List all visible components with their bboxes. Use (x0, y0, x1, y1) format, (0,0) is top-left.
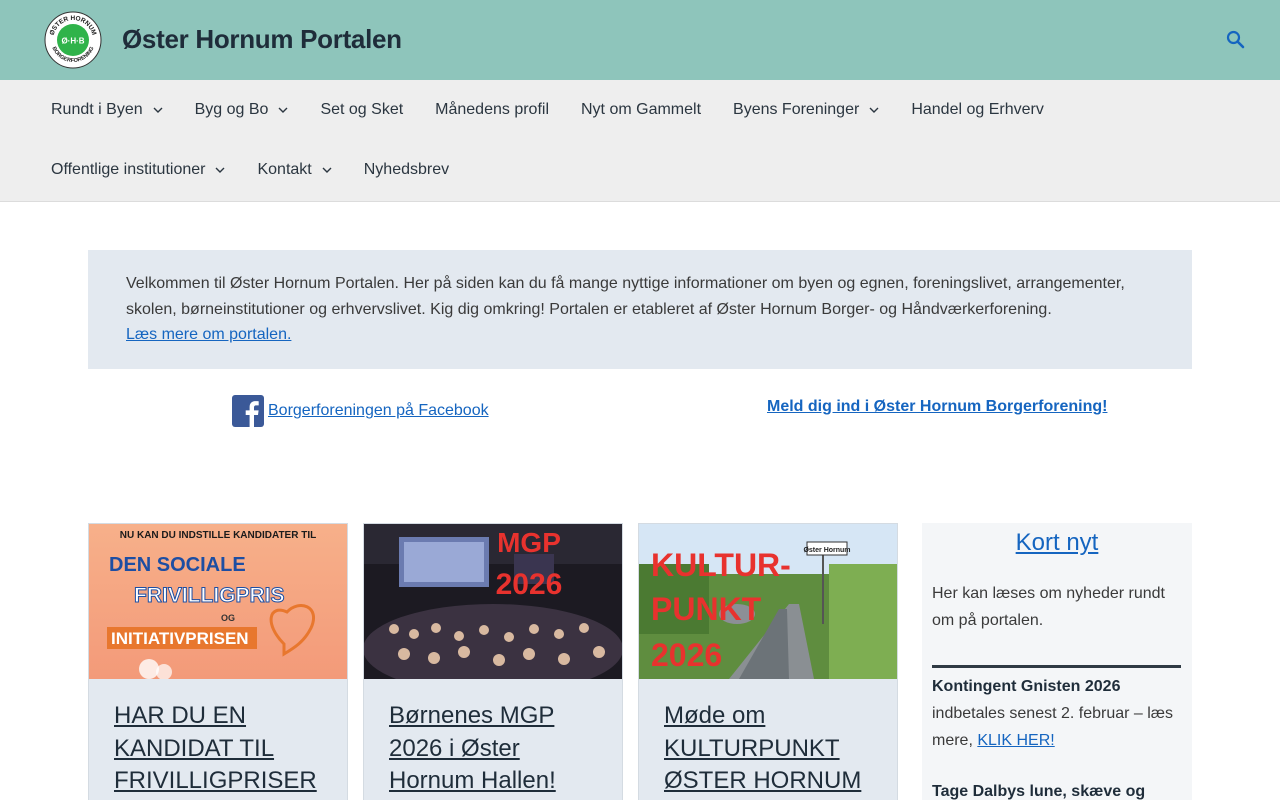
card-image: MGP 2026 (364, 524, 622, 679)
card-image-caption: OG (221, 613, 235, 623)
card-image-caption: Øster Hornum (803, 547, 850, 554)
nav-item-label: Kontakt (257, 161, 312, 178)
nav-row-2: Offentlige institutioner Kontakt Nyhedsb… (35, 140, 465, 200)
site-title[interactable]: Øster Hornum Portalen (122, 24, 402, 55)
card-image-caption: DEN SOCIALE (109, 554, 246, 576)
nav-item-kontakt[interactable]: Kontakt (241, 140, 347, 200)
nav-item-label: Byg og Bo (194, 101, 269, 118)
short-news-sidebar: Kort nyt Her kan læses om nyheder rundt … (922, 523, 1192, 800)
card-image-caption: INITIATIVPRISEN (111, 629, 249, 648)
card-image-caption: 2026 (651, 637, 722, 673)
card-image-caption: NU KAN DU INDSTILLE KANDIDATER TIL (120, 530, 316, 541)
nav-item-maanedens-profil[interactable]: Månedens profil (419, 80, 565, 140)
news-item-title: Tage Dalbys lune, skæve og (932, 783, 1146, 800)
card-image: NU KAN DU INDSTILLE KANDIDATER TIL DEN S… (89, 524, 347, 679)
nav-item-label: Set og Sket (320, 101, 404, 118)
nav-item-label: Byens Foreninger (733, 101, 860, 118)
nav-item-label: Handel og Erhverv (911, 101, 1044, 118)
nav-item-label: Rundt i Byen (51, 101, 143, 118)
news-card[interactable]: MGP 2026 Børnenes MGP 2026 i Øster Hornu… (363, 523, 623, 800)
main-navigation: Rundt i Byen Byg og Bo Set og Sket Måned… (0, 80, 1280, 202)
card-image: Øster Hornum KULTUR- PUNKT 2026 (639, 524, 897, 679)
site-header: Ø·H·B ØSTER HORNUM BORGERFORENING Øster … (0, 0, 1280, 80)
join-association-link[interactable]: Meld dig ind i Øster Hornum Borgerforeni… (767, 398, 1107, 416)
chevron-down-icon (869, 107, 879, 113)
chevron-down-icon (322, 167, 332, 173)
nav-item-rundt-i-byen[interactable]: Rundt i Byen (35, 80, 179, 140)
nav-item-label: Månedens profil (435, 101, 549, 118)
nav-item-label: Nyhedsbrev (363, 161, 450, 178)
card-title[interactable]: HAR DU EN KANDIDAT TIL FRIVILLIGPRISER (114, 700, 324, 798)
card-image-caption: MGP (497, 527, 561, 558)
nav-item-byens-foreninger[interactable]: Byens Foreninger (717, 80, 895, 140)
nav-item-offentlige-institutioner[interactable]: Offentlige institutioner (35, 140, 241, 200)
welcome-panel: Velkommen til Øster Hornum Portalen. Her… (88, 250, 1192, 369)
nav-item-nyhedsbrev[interactable]: Nyhedsbrev (348, 140, 465, 200)
card-image-caption: FRIVILLIGPRIS (134, 584, 285, 607)
card-image-caption: PUNKT (651, 591, 762, 627)
card-title[interactable]: Møde om KULTURPUNKT ØSTER HORNUM (664, 700, 874, 798)
card-image-caption: KULTUR- (651, 547, 791, 583)
nav-item-set-og-sket[interactable]: Set og Sket (304, 80, 419, 140)
logo-center-text: Ø·H·B (61, 37, 84, 46)
welcome-text: Velkommen til Øster Hornum Portalen. Her… (126, 275, 1125, 318)
facebook-link-label[interactable]: Borgerforeningen på Facebook (268, 402, 489, 420)
news-item: Kontingent Gnisten 2026 indbetales senes… (932, 673, 1184, 754)
sidebar-intro: Her kan læses om nyheder rundt om på por… (932, 585, 1165, 629)
news-card[interactable]: NU KAN DU INDSTILLE KANDIDATER TIL DEN S… (88, 523, 348, 800)
read-more-link[interactable]: Læs mere om portalen. (126, 324, 291, 346)
nav-item-handel-og-erhverv[interactable]: Handel og Erhverv (895, 80, 1060, 140)
click-here-link[interactable]: KLIK HER! (977, 732, 1054, 749)
chevron-down-icon (278, 107, 288, 113)
nav-item-label: Offentlige institutioner (51, 161, 206, 178)
sidebar-title[interactable]: Kort nyt (922, 529, 1192, 557)
card-title[interactable]: Børnenes MGP 2026 i Øster Hornum Hallen! (389, 700, 599, 798)
site-logo[interactable]: Ø·H·B ØSTER HORNUM BORGERFORENING (44, 11, 102, 69)
card-image-caption: 2026 (496, 568, 563, 601)
news-card[interactable]: Øster Hornum KULTUR- PUNKT 2026 Møde om … (638, 523, 898, 800)
nav-item-nyt-om-gammelt[interactable]: Nyt om Gammelt (565, 80, 717, 140)
nav-item-byg-og-bo[interactable]: Byg og Bo (179, 80, 305, 140)
search-icon[interactable] (1224, 28, 1248, 52)
chevron-down-icon (215, 167, 225, 173)
news-item-title: Kontingent Gnisten 2026 (932, 678, 1121, 695)
divider (932, 665, 1181, 668)
chevron-down-icon (153, 107, 163, 113)
nav-row-1: Rundt i Byen Byg og Bo Set og Sket Måned… (35, 80, 1060, 140)
nav-item-label: Nyt om Gammelt (581, 101, 702, 118)
facebook-link[interactable]: Borgerforeningen på Facebook (232, 395, 489, 427)
facebook-icon (232, 395, 264, 427)
